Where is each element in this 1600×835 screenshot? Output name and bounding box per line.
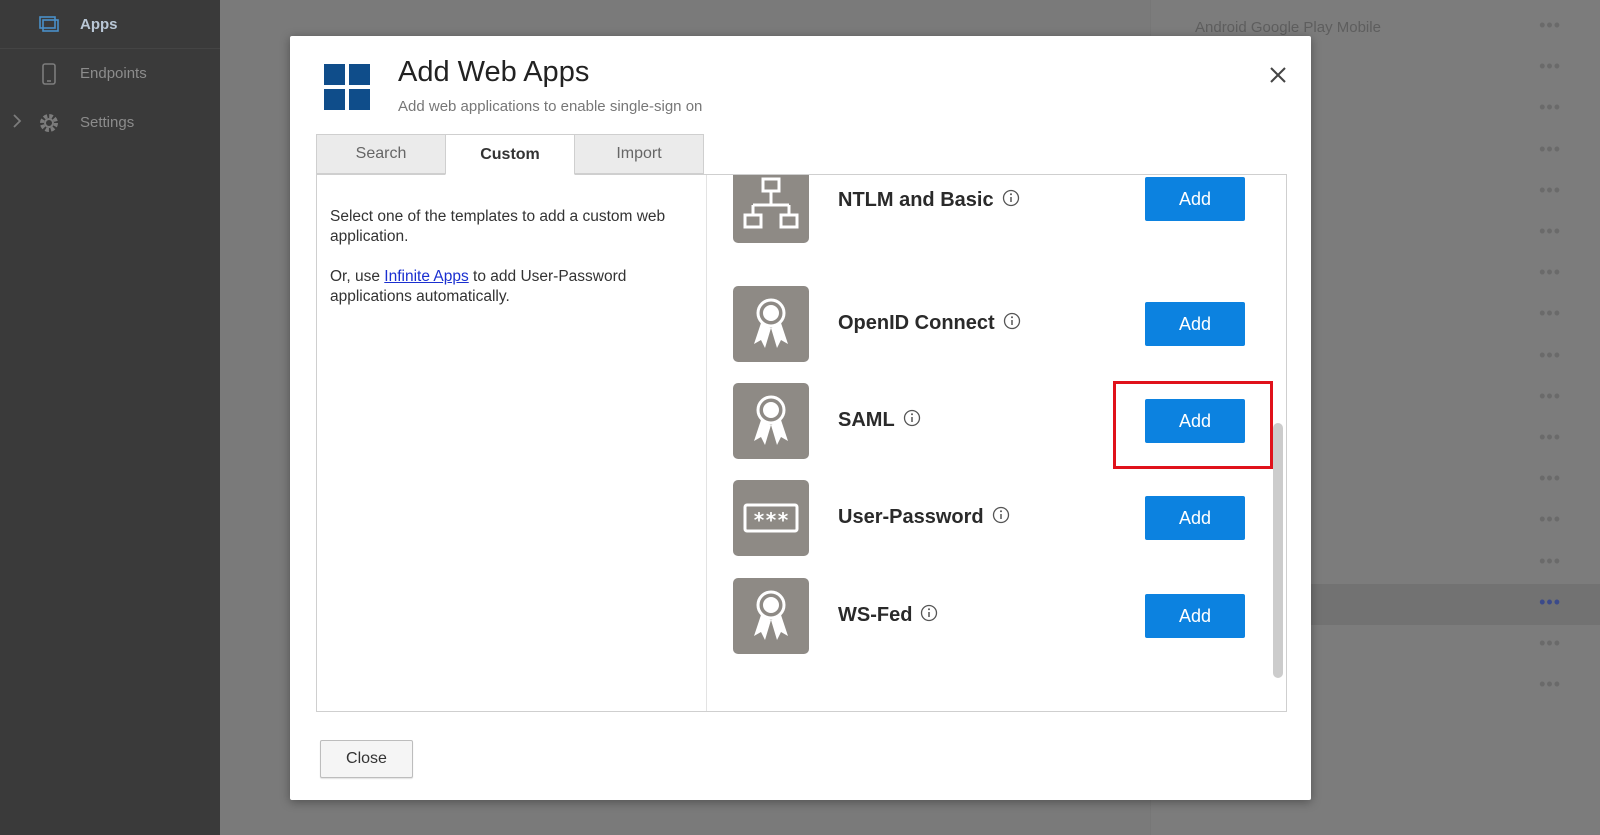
more-options-icon[interactable]: ••• bbox=[1539, 15, 1561, 36]
infinite-apps-link[interactable]: Infinite Apps bbox=[384, 268, 468, 285]
template-name: OpenID Connect bbox=[838, 312, 1021, 335]
template-label: OpenID Connect bbox=[838, 312, 995, 334]
list-item: *** User-Password Add bbox=[733, 480, 1263, 556]
sidebar-item-label: Endpoints bbox=[80, 65, 147, 82]
info-icon[interactable] bbox=[1003, 312, 1021, 330]
more-options-icon[interactable]: ••• bbox=[1539, 427, 1561, 448]
tab-bar: Search Custom Import bbox=[316, 134, 704, 175]
info-icon[interactable] bbox=[992, 506, 1010, 524]
add-ws-fed-button[interactable]: Add bbox=[1145, 594, 1245, 638]
more-options-icon[interactable]: ••• bbox=[1539, 592, 1561, 613]
list-item: NTLM and Basic Add bbox=[733, 175, 1263, 243]
more-options-icon[interactable]: ••• bbox=[1539, 551, 1561, 572]
svg-text:***: *** bbox=[753, 508, 789, 532]
add-ntlm-button[interactable]: Add bbox=[1145, 177, 1245, 221]
mobile-icon bbox=[38, 62, 60, 85]
sidebar-item-label: Settings bbox=[80, 114, 135, 131]
more-options-icon[interactable]: ••• bbox=[1539, 509, 1561, 530]
add-saml-button[interactable]: Add bbox=[1145, 399, 1245, 443]
sidebar: Apps Endpoints Settings bbox=[0, 0, 220, 835]
add-web-apps-dialog: Add Web Apps Add web applications to ena… bbox=[290, 36, 1311, 800]
info-icon[interactable] bbox=[1002, 189, 1020, 207]
chevron-right-icon[interactable] bbox=[12, 113, 22, 133]
sidebar-item-settings[interactable]: Settings bbox=[0, 98, 220, 147]
template-name: NTLM and Basic bbox=[838, 189, 1020, 212]
info-icon[interactable] bbox=[903, 409, 921, 427]
more-options-icon[interactable]: ••• bbox=[1539, 386, 1561, 407]
tab-search[interactable]: Search bbox=[316, 134, 446, 174]
ribbon-icon bbox=[733, 383, 809, 459]
description-pane: Select one of the templates to add a cus… bbox=[317, 175, 707, 711]
list-item: WS-Fed Add bbox=[733, 578, 1263, 654]
close-icon[interactable] bbox=[1267, 64, 1289, 86]
sidebar-item-apps[interactable]: Apps bbox=[0, 0, 220, 49]
more-options-icon[interactable]: ••• bbox=[1539, 674, 1561, 695]
dialog-title: Add Web Apps bbox=[398, 56, 590, 88]
more-options-icon[interactable]: ••• bbox=[1539, 633, 1561, 654]
template-list[interactable]: NTLM and Basic Add OpenID Connect Add SA… bbox=[708, 175, 1286, 711]
ribbon-icon bbox=[733, 286, 809, 362]
sidebar-item-endpoints[interactable]: Endpoints bbox=[0, 49, 220, 98]
add-openid-connect-button[interactable]: Add bbox=[1145, 302, 1245, 346]
ribbon-icon bbox=[733, 578, 809, 654]
tab-import[interactable]: Import bbox=[574, 134, 704, 174]
template-name: WS-Fed bbox=[838, 604, 938, 627]
apps-icon bbox=[38, 13, 60, 35]
more-options-icon[interactable]: ••• bbox=[1539, 262, 1561, 283]
tab-panel: Select one of the templates to add a cus… bbox=[316, 174, 1287, 712]
gear-icon bbox=[38, 112, 60, 134]
description-text-link-line: Or, use Infinite Apps to add User-Passwo… bbox=[330, 267, 694, 307]
windows-logo-icon bbox=[324, 64, 370, 110]
sidebar-item-label: Apps bbox=[80, 15, 118, 33]
close-button[interactable]: Close bbox=[320, 740, 413, 778]
template-name: SAML bbox=[838, 409, 921, 432]
list-item: OpenID Connect Add bbox=[733, 286, 1263, 362]
template-name: User-Password bbox=[838, 506, 1010, 529]
list-item: SAML Add bbox=[733, 383, 1263, 459]
description-text: Select one of the templates to add a cus… bbox=[330, 208, 666, 245]
more-options-icon[interactable]: ••• bbox=[1539, 139, 1561, 160]
info-icon[interactable] bbox=[920, 604, 938, 622]
template-label: User-Password bbox=[838, 506, 984, 528]
template-label: WS-Fed bbox=[838, 604, 913, 626]
dialog-subtitle: Add web applications to enable single-si… bbox=[398, 98, 703, 115]
more-options-icon[interactable]: ••• bbox=[1539, 303, 1561, 324]
description-prefix: Or, use bbox=[330, 268, 385, 285]
more-options-icon[interactable]: ••• bbox=[1539, 345, 1561, 366]
more-options-icon[interactable]: ••• bbox=[1539, 56, 1561, 77]
template-label: NTLM and Basic bbox=[838, 189, 994, 211]
scrollbar[interactable] bbox=[1273, 423, 1283, 678]
template-label: SAML bbox=[838, 409, 895, 431]
more-options-icon[interactable]: ••• bbox=[1539, 180, 1561, 201]
add-user-password-button[interactable]: Add bbox=[1145, 496, 1245, 540]
more-options-icon[interactable]: ••• bbox=[1539, 97, 1561, 118]
network-icon bbox=[733, 175, 809, 243]
app-list-row-label: Android Google Play Mobile bbox=[1195, 19, 1381, 36]
password-icon: *** bbox=[733, 480, 809, 556]
more-options-icon[interactable]: ••• bbox=[1539, 468, 1561, 489]
tab-custom[interactable]: Custom bbox=[445, 134, 575, 175]
more-options-icon[interactable]: ••• bbox=[1539, 221, 1561, 242]
